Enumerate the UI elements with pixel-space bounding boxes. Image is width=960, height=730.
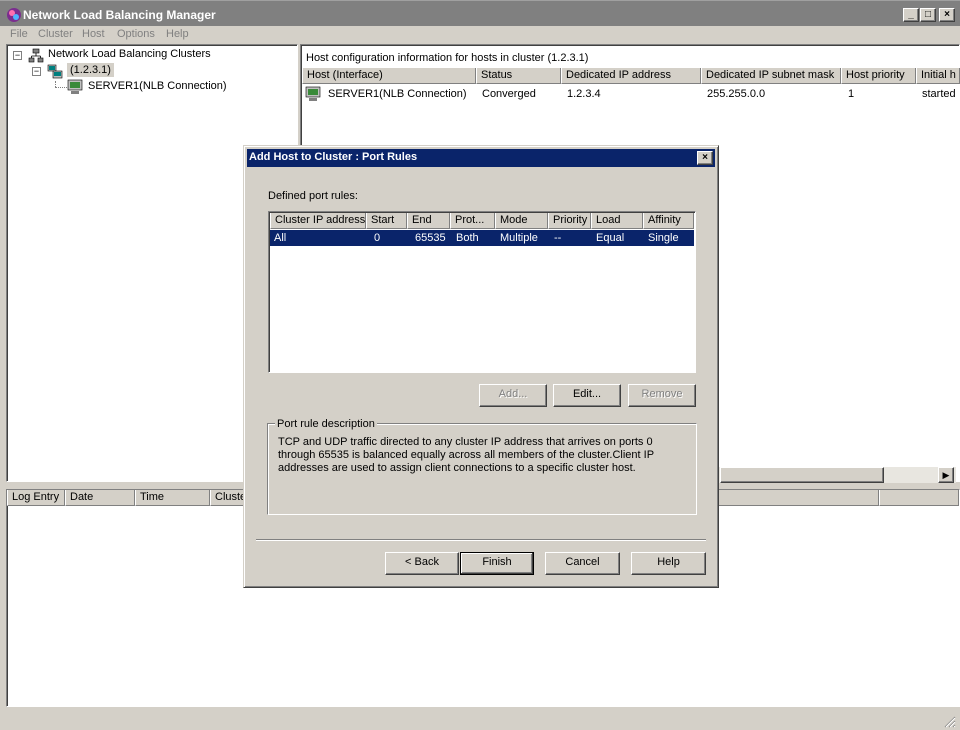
rule-start: 0 (374, 232, 381, 244)
rule-affinity: Single (648, 232, 679, 244)
column-status[interactable]: Status (476, 68, 561, 84)
column-host-interface[interactable]: Host (Interface) (302, 68, 476, 84)
subnet-mask-cell: 255.255.0.0 (707, 88, 766, 100)
rule-load: Equal (596, 232, 625, 244)
tree-root-label[interactable]: Network Load Balancing Clusters (48, 48, 211, 60)
scroll-right-arrow-icon[interactable]: ▶ (938, 467, 954, 483)
add-button[interactable]: Add... (479, 384, 547, 407)
menubar: File Cluster Host Options Help (0, 26, 960, 44)
close-button[interactable]: × (939, 8, 955, 22)
menu-options[interactable]: Options (117, 28, 155, 40)
column-start[interactable]: Start (366, 213, 407, 229)
host-pane-caption: Host configuration information for hosts… (306, 52, 589, 64)
clusters-icon (28, 48, 44, 63)
port-rule-description-text: TCP and UDP traffic directed to any clus… (278, 436, 654, 474)
cancel-button[interactable]: Cancel (545, 552, 620, 575)
column-initial-state[interactable]: Initial h (916, 68, 960, 84)
rule-cluster-ip: All (274, 232, 287, 244)
maximize-button[interactable]: □ (920, 8, 936, 22)
tree-cluster-label[interactable]: (1.2.3.1) (67, 63, 114, 77)
tree-connector (55, 87, 67, 88)
window-title: Network Load Balancing Manager (23, 8, 216, 22)
port-rule-row[interactable]: All 0 65535 Both Multiple -- Equal Singl… (270, 230, 694, 246)
port-rules-dialog: Add Host to Cluster : Port Rules × Defin… (243, 145, 719, 588)
host-priority-cell: 1 (848, 88, 855, 100)
column-affinity[interactable]: Affinity (643, 213, 694, 229)
finish-button[interactable]: Finish (460, 552, 534, 575)
column-end[interactable]: End (407, 213, 450, 229)
column-time[interactable]: Time (135, 490, 210, 506)
column-mode[interactable]: Mode (495, 213, 548, 229)
status-bar (0, 708, 960, 730)
column-dedicated-ip[interactable]: Dedicated IP address (561, 68, 701, 84)
dialog-separator (256, 539, 706, 541)
column-cluster-ip[interactable]: Cluster IP address (270, 213, 366, 229)
rule-end: 65535 (415, 232, 446, 244)
dialog-title: Add Host to Cluster : Port Rules (249, 151, 418, 163)
menu-host[interactable]: Host (82, 28, 105, 40)
host-list-header: Host (Interface) Status Dedicated IP add… (302, 68, 960, 84)
hscroll-thumb[interactable] (720, 467, 884, 483)
root-expander[interactable]: − (13, 51, 22, 60)
defined-port-rules-label: Defined port rules: (268, 190, 358, 202)
rule-priority: -- (554, 232, 562, 244)
edit-button[interactable]: Edit... (553, 384, 621, 407)
table-row[interactable]: SERVER1(NLB Connection) Converged 1.2.3.… (302, 85, 958, 103)
menu-cluster[interactable]: Cluster (38, 28, 73, 40)
help-button[interactable]: Help (631, 552, 706, 575)
host-icon (67, 79, 83, 94)
column-date[interactable]: Date (65, 490, 135, 506)
column-subnet-mask[interactable]: Dedicated IP subnet mask (701, 68, 841, 84)
window-titlebar[interactable]: Network Load Balancing Manager _ □ × (0, 0, 960, 26)
menu-file[interactable]: File (10, 28, 28, 40)
nlb-app-icon (7, 8, 21, 22)
dialog-titlebar[interactable]: Add Host to Cluster : Port Rules × (247, 149, 715, 167)
rule-mode: Multiple (500, 232, 538, 244)
dedicated-ip-cell: 1.2.3.4 (567, 88, 601, 100)
rule-protocol: Both (456, 232, 479, 244)
port-rule-description-legend: Port rule description (275, 418, 377, 430)
column-log-blank[interactable] (879, 490, 959, 506)
initial-state-cell: started (922, 88, 956, 100)
cluster-expander[interactable]: − (32, 67, 41, 76)
remove-button[interactable]: Remove (628, 384, 696, 407)
host-cell: SERVER1(NLB Connection) (328, 88, 467, 100)
column-log-blank[interactable] (717, 490, 879, 506)
column-load[interactable]: Load (591, 213, 643, 229)
minimize-button[interactable]: _ (903, 8, 919, 22)
tree-host-label[interactable]: SERVER1(NLB Connection) (88, 80, 227, 92)
column-log-entry[interactable]: Log Entry (7, 490, 65, 506)
cluster-icon (47, 64, 63, 79)
status-cell: Converged (482, 88, 536, 100)
host-icon (305, 86, 321, 101)
back-button[interactable]: < Back (385, 552, 459, 575)
column-host-priority[interactable]: Host priority (841, 68, 916, 84)
dialog-close-button[interactable]: × (697, 151, 713, 165)
menu-help[interactable]: Help (166, 28, 189, 40)
column-priority[interactable]: Priority (548, 213, 591, 229)
resize-grip-icon[interactable] (944, 716, 956, 728)
column-protocol[interactable]: Prot... (450, 213, 495, 229)
